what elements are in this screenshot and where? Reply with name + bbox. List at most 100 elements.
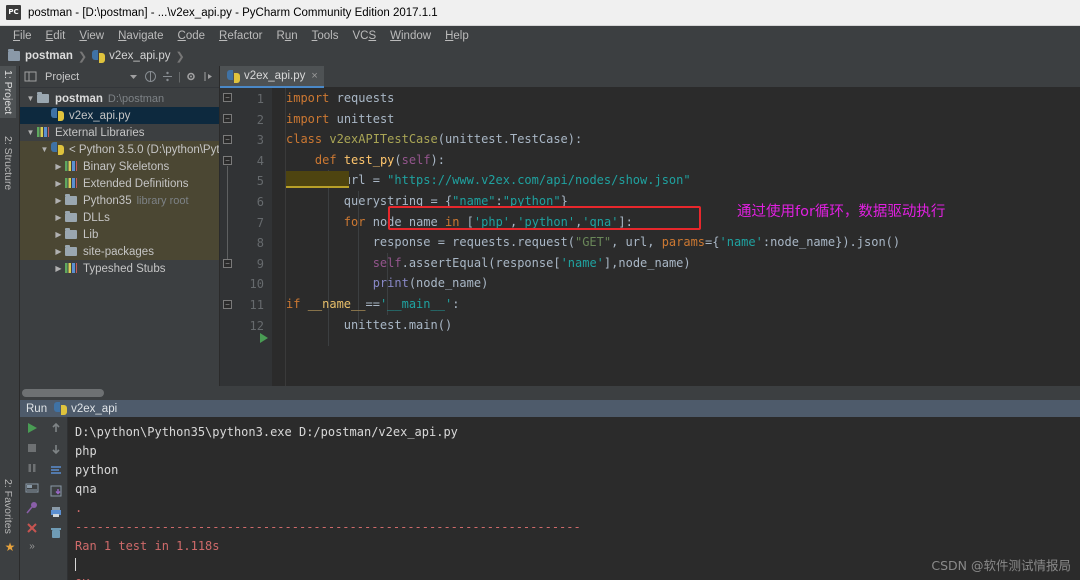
code-line-7: for node_name in ['php','python','qna']: [272, 212, 1080, 233]
console-line-3: qna [75, 480, 1080, 499]
menu-item-edit[interactable]: Edit [39, 28, 73, 44]
editor-tab-bar: v2ex_api.py × [220, 66, 1080, 88]
tree-item-v2ex-api-py[interactable]: v2ex_api.py [20, 107, 219, 124]
menu-item-code[interactable]: Code [171, 28, 213, 44]
breadcrumb-project[interactable]: postman [8, 50, 73, 62]
run-panel: Run v2ex_api » [20, 400, 1080, 580]
line-number-8: 8 [220, 233, 264, 254]
run-panel-header: Run v2ex_api [20, 400, 1080, 417]
line-number-11: 11 [220, 295, 264, 316]
scroll-up-icon[interactable] [49, 421, 63, 435]
menu-item-vcs[interactable]: VCS [345, 28, 383, 44]
pause-icon[interactable] [25, 461, 39, 475]
breadcrumb-file[interactable]: v2ex_api.py [92, 50, 170, 63]
tree-item-label: Python35 [83, 195, 132, 207]
menu-bar: FileEditViewNavigateCodeRefactorRunTools… [0, 26, 1080, 46]
trash-icon[interactable] [49, 526, 63, 540]
twisty-collapsed-icon[interactable]: ▶ [52, 179, 65, 188]
python-file-icon [227, 70, 240, 83]
menu-item-help[interactable]: Help [438, 28, 476, 44]
twisty-expanded-icon[interactable]: ▼ [24, 128, 37, 137]
scrollbar-thumb[interactable] [22, 389, 104, 397]
stop-icon[interactable] [25, 441, 39, 455]
tree-item-label: < Python 3.5.0 (D:\python\Pyth [69, 144, 219, 156]
python-file-icon [92, 50, 105, 63]
code-line-12: unittest.main() [272, 315, 1080, 336]
code-editor[interactable]: − − − − − − 123456789101112 import reque… [220, 88, 1080, 386]
expand-all-icon[interactable] [161, 70, 174, 83]
menu-item-window[interactable]: Window [383, 28, 438, 44]
menu-item-view[interactable]: View [72, 28, 111, 44]
twisty-collapsed-icon[interactable]: ▶ [52, 247, 65, 256]
console-line-8: OK [75, 575, 1080, 580]
twisty-collapsed-icon[interactable]: ▶ [52, 213, 65, 222]
run-icon[interactable] [25, 421, 39, 435]
project-tree[interactable]: ▼postmanD:\postmanv2ex_api.py ▼ External L… [20, 88, 219, 376]
console-line-6: Ran 1 test in 1.118s [75, 537, 1080, 556]
chevron-down-icon[interactable] [127, 70, 140, 83]
python-file-icon [51, 108, 65, 124]
tree-item-label: External Libraries [55, 127, 144, 139]
code-line-3: class v2exAPITestCase(unittest.TestCase)… [272, 129, 1080, 150]
code-content[interactable]: import requests import unittest class v2… [272, 88, 1080, 386]
code-line-9: self.assertEqual(response['name'],node_n… [272, 253, 1080, 274]
menu-item-navigate[interactable]: Navigate [111, 28, 170, 44]
tree-item-label: Lib [83, 229, 98, 241]
title-bar: PC postman - [D:\postman] - ...\v2ex_api… [0, 0, 1080, 26]
twisty-collapsed-icon[interactable]: ▶ [52, 196, 65, 205]
tree-item-site-packages[interactable]: ▶site-packages [20, 243, 219, 260]
menu-item-file[interactable]: File [6, 28, 39, 44]
breadcrumb-separator-end-icon: ❯ [176, 50, 185, 63]
tree-item-dlls[interactable]: ▶DLLs [20, 209, 219, 226]
tree-item-sublabel: D:\postman [108, 93, 164, 105]
more-icon[interactable]: » [29, 541, 35, 552]
console-line-4: . [75, 499, 1080, 518]
console-caret [75, 558, 76, 571]
sidebar-tab-project[interactable]: 1: Project [0, 66, 16, 118]
twisty-collapsed-icon[interactable]: ▶ [52, 162, 65, 171]
close-icon[interactable] [25, 521, 39, 535]
soft-wrap-icon[interactable] [49, 463, 63, 477]
tree-item-extended-definitions[interactable]: ▶Extended Definitions [20, 175, 219, 192]
sidebar-tab-structure[interactable]: 2: Structure [0, 132, 16, 194]
twisty-expanded-icon[interactable]: ▼ [38, 145, 51, 154]
folder-icon [65, 246, 79, 258]
line-number-1: 1 [220, 89, 264, 110]
show-console-icon[interactable] [25, 481, 39, 495]
folder-icon [37, 93, 51, 105]
scroll-down-icon[interactable] [49, 442, 63, 456]
export-icon[interactable] [49, 484, 63, 498]
run-console-output[interactable]: D:\python\Python35\python3.exe D:/postma… [68, 417, 1080, 580]
tree-item-python-3-5-0-d-python-pyth[interactable]: ▼ < Python 3.5.0 (D:\python\Pyth [20, 141, 219, 158]
close-icon[interactable]: × [311, 70, 317, 82]
tree-item-postman[interactable]: ▼postmanD:\postman [20, 90, 219, 107]
tree-item-label: Binary Skeletons [83, 161, 169, 173]
print-icon[interactable] [49, 505, 63, 519]
project-panel: Project | ▼postmanD:\postmanv2ex_api.py▼… [20, 66, 220, 386]
menu-item-refactor[interactable]: Refactor [212, 28, 269, 44]
twisty-expanded-icon[interactable]: ▼ [24, 94, 37, 103]
tree-item-typeshed-stubs[interactable]: ▶Typeshed Stubs [20, 260, 219, 277]
twisty-collapsed-icon[interactable]: ▶ [52, 230, 65, 239]
editor-tab-v2ex-api[interactable]: v2ex_api.py × [220, 66, 324, 88]
project-view-icon[interactable] [24, 70, 37, 83]
breadcrumb-file-label: v2ex_api.py [109, 50, 170, 62]
run-config-name[interactable]: v2ex_api [71, 403, 117, 415]
sidebar-tab-favorites[interactable]: 2: Favorites [0, 475, 16, 538]
tree-item-binary-skeletons[interactable]: ▶ Binary Skeletons [20, 158, 219, 175]
twisty-collapsed-icon[interactable]: ▶ [52, 264, 65, 273]
menu-item-run[interactable]: Run [270, 28, 305, 44]
library-icon [65, 161, 79, 173]
hide-panel-icon[interactable] [202, 70, 215, 83]
tree-item-lib[interactable]: ▶ Lib [20, 226, 219, 243]
settings-gear-icon[interactable] [185, 70, 198, 83]
code-line-10: print(node_name) [272, 273, 1080, 294]
tree-item-external-libraries[interactable]: ▼ External Libraries [20, 124, 219, 141]
project-horizontal-scrollbar[interactable] [20, 386, 220, 400]
collapse-all-icon[interactable] [144, 70, 157, 83]
pin-icon[interactable] [25, 501, 39, 515]
tree-item-python35[interactable]: ▶Python35library root [20, 192, 219, 209]
code-line-8: response = requests.request("GET", url, … [272, 232, 1080, 253]
library-icon [37, 127, 51, 139]
menu-item-tools[interactable]: Tools [305, 28, 346, 44]
